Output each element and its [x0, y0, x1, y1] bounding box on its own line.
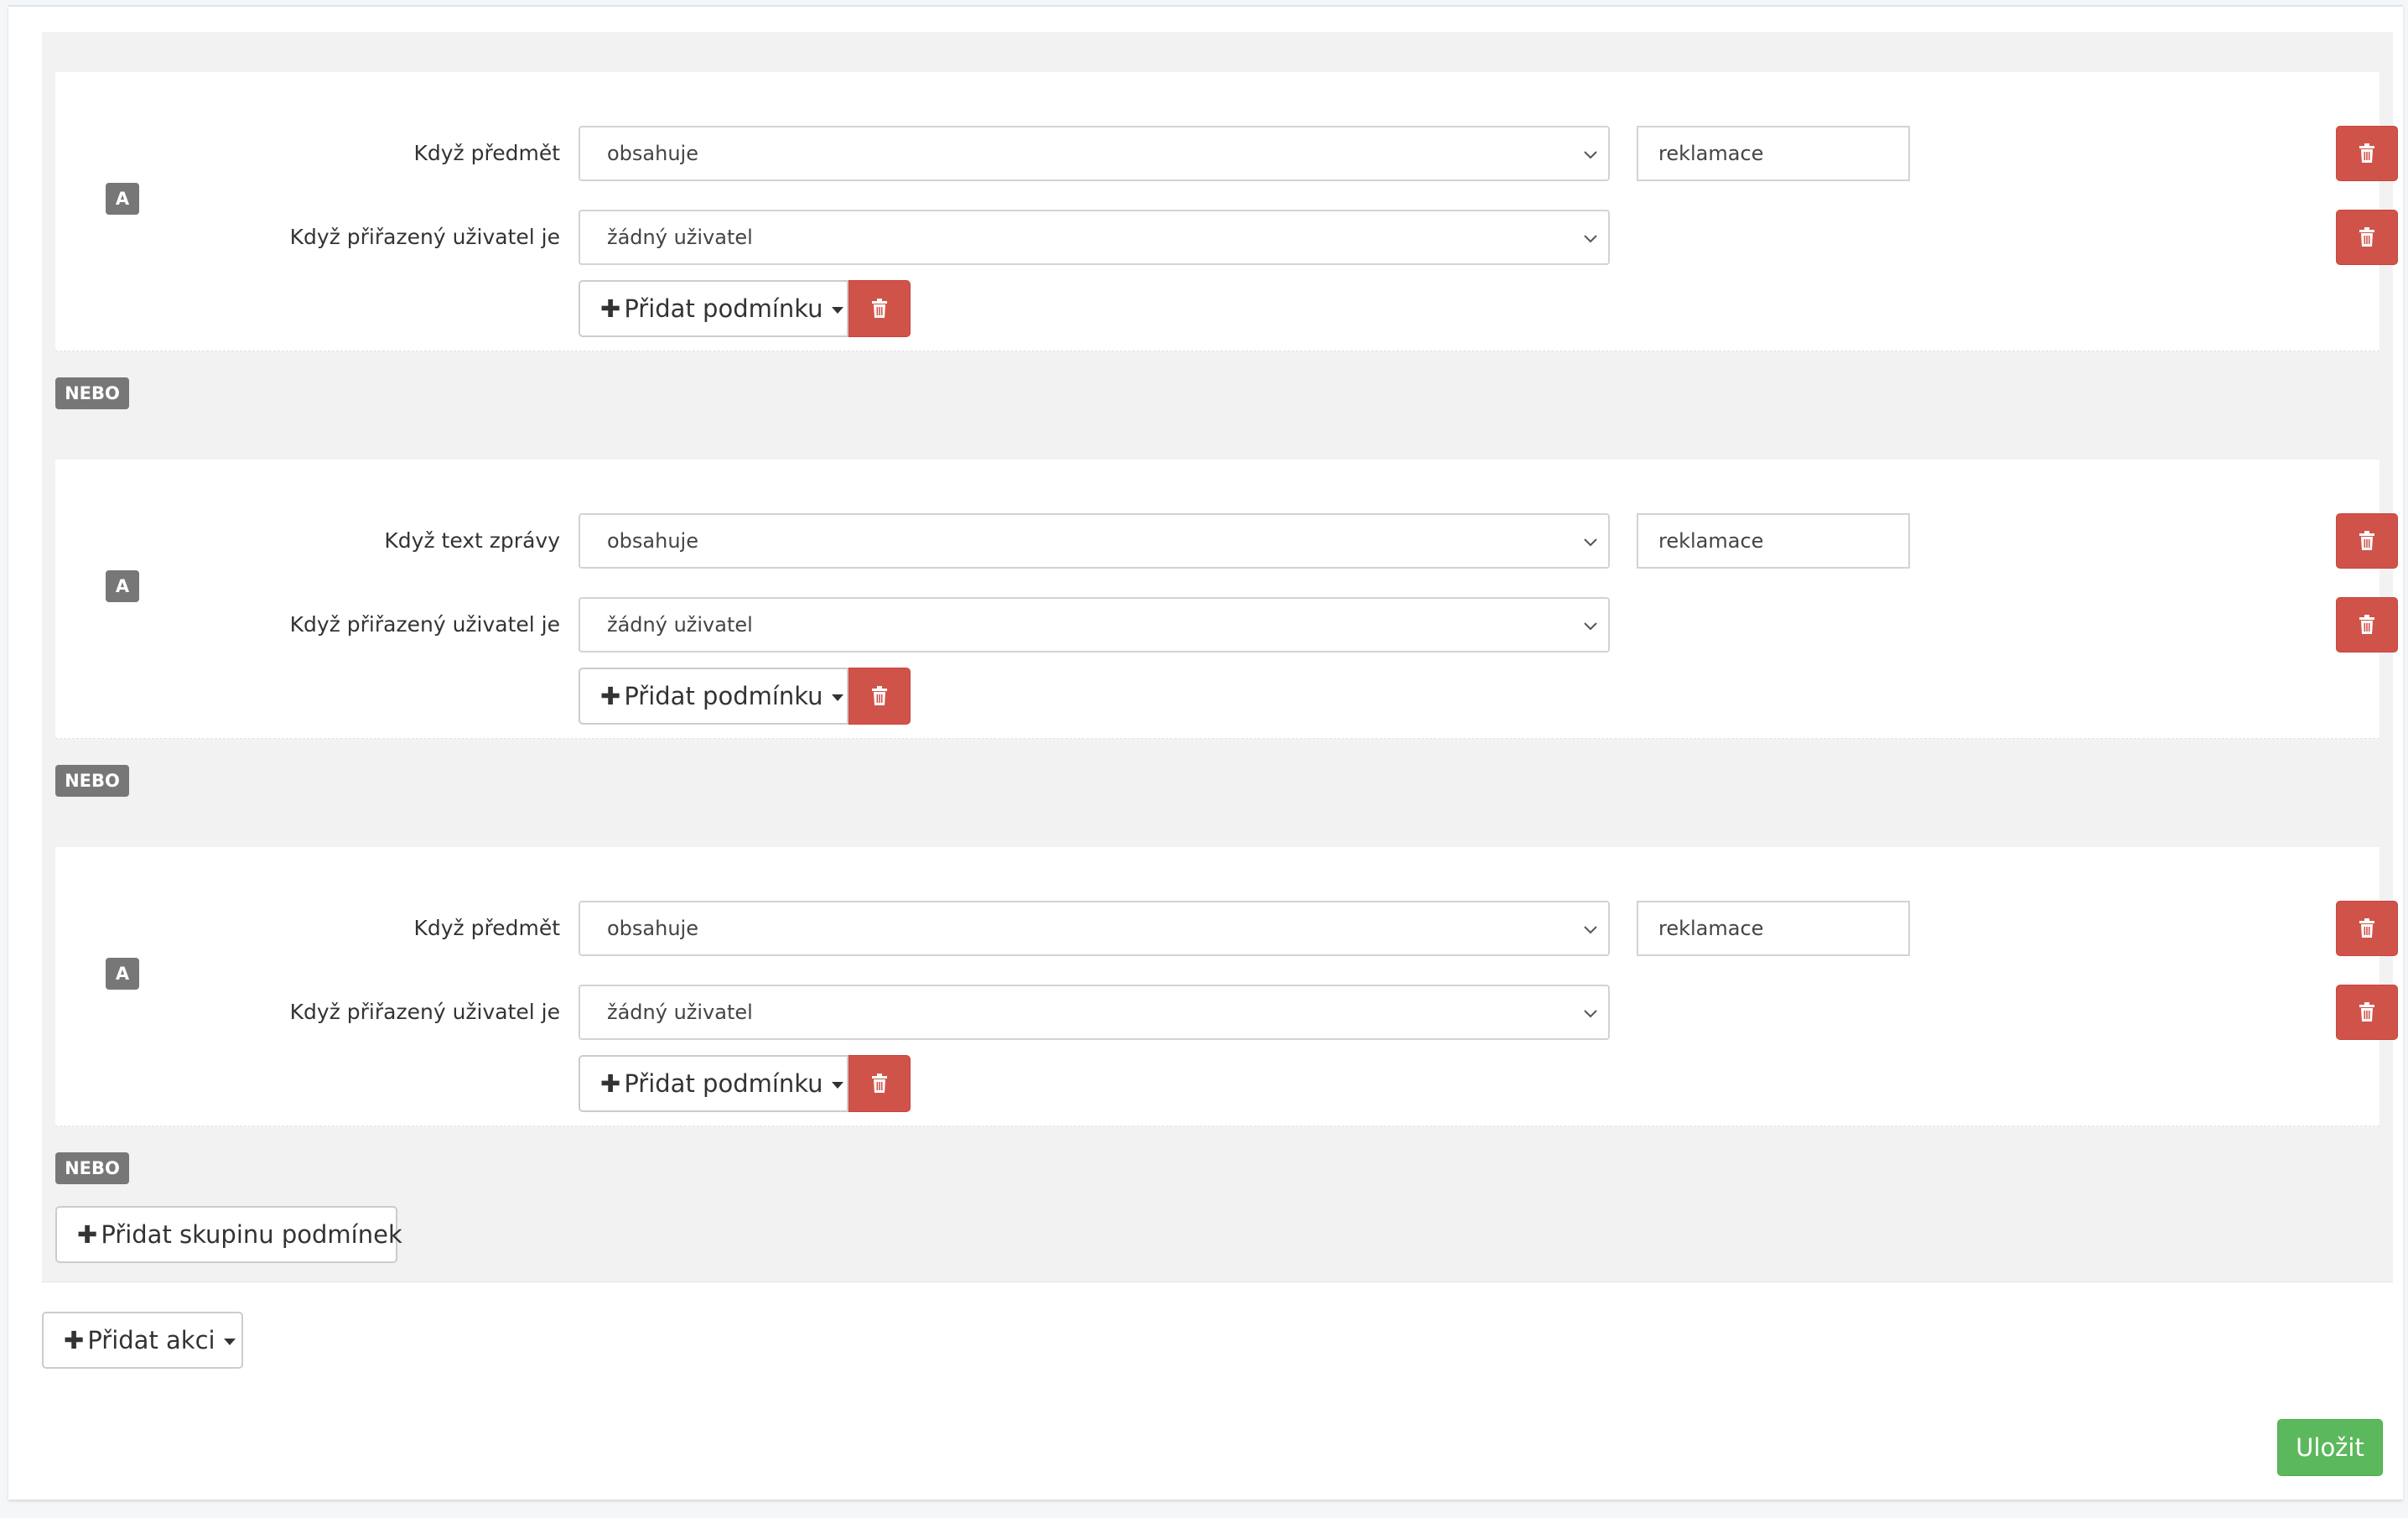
trash-icon: [2359, 143, 2374, 163]
delete-condition-button[interactable]: [2336, 126, 2398, 181]
user-select[interactable]: žádný uživatel: [579, 210, 1610, 265]
condition-label: Když text zprávy: [384, 528, 560, 553]
plus-icon: ✚: [64, 1326, 85, 1354]
add-condition-label: Přidat podmínku: [624, 1069, 823, 1098]
add-condition-group-button[interactable]: ✚ Přidat skupinu podmínek: [55, 1206, 402, 1263]
condition-label: Když přiřazený uživatel je: [289, 1000, 560, 1024]
add-action-button[interactable]: ✚ Přidat akci: [42, 1312, 243, 1369]
chevron-down-icon: [1584, 538, 1597, 547]
value-input[interactable]: reklamace: [1637, 126, 1910, 181]
add-condition-button[interactable]: ✚ Přidat podmínku: [579, 1055, 849, 1112]
user-select[interactable]: žádný uživatel: [579, 985, 1610, 1040]
condition-label: Když předmět: [413, 916, 560, 940]
add-action-label: Přidat akci: [87, 1326, 215, 1354]
add-condition-label: Přidat podmínku: [624, 682, 823, 710]
chevron-down-icon: [1584, 235, 1597, 243]
operator-select-value: obsahuje: [607, 917, 698, 940]
value-input[interactable]: reklamace: [1637, 901, 1910, 956]
plus-icon: ✚: [77, 1220, 98, 1249]
condition-label: Když předmět: [413, 141, 560, 165]
operator-select-value: obsahuje: [607, 529, 698, 553]
operator-select-value: obsahuje: [607, 142, 698, 165]
value-input-text: reklamace: [1658, 529, 1764, 553]
caret-down-icon: [831, 694, 843, 701]
condition-group: A Když předmět obsahuje reklamace Když p…: [55, 847, 2398, 1126]
delete-condition-button[interactable]: [2336, 210, 2398, 265]
plus-icon: ✚: [600, 294, 621, 323]
chevron-down-icon: [1584, 622, 1597, 631]
delete-condition-button[interactable]: [2336, 597, 2398, 652]
value-input[interactable]: reklamace: [1637, 513, 1910, 569]
trash-icon: [2359, 531, 2374, 550]
save-button[interactable]: Uložit: [2277, 1419, 2383, 1476]
automation-rule-card: A Když předmět obsahuje reklamace Když p…: [8, 5, 2403, 1500]
operator-select[interactable]: obsahuje: [579, 901, 1610, 956]
trash-icon: [2359, 615, 2374, 634]
add-condition-group-label: Přidat skupinu podmínek: [101, 1220, 402, 1249]
chevron-down-icon: [1584, 1010, 1597, 1018]
delete-condition-button[interactable]: [2336, 985, 2398, 1040]
chevron-down-icon: [1584, 151, 1597, 159]
add-condition-button[interactable]: ✚ Přidat podmínku: [579, 668, 849, 725]
delete-condition-button[interactable]: [2336, 901, 2398, 956]
caret-down-icon: [831, 1082, 843, 1089]
add-condition-label: Přidat podmínku: [624, 294, 823, 323]
condition-group: A Když text zprávy obsahuje reklamace Kd…: [55, 460, 2398, 739]
trash-icon: [872, 299, 887, 318]
caret-down-icon: [223, 1339, 236, 1345]
delete-group-button[interactable]: [849, 1055, 911, 1112]
user-select[interactable]: žádný uživatel: [579, 597, 1610, 652]
operator-select[interactable]: obsahuje: [579, 513, 1610, 569]
user-select-value: žádný uživatel: [607, 226, 753, 249]
condition-groups-panel: A Když předmět obsahuje reklamace Když p…: [42, 32, 2398, 1282]
plus-icon: ✚: [600, 1069, 621, 1098]
condition-label: Když přiřazený uživatel je: [289, 225, 560, 249]
operator-select[interactable]: obsahuje: [579, 126, 1610, 181]
or-badge: NEBO: [55, 377, 129, 409]
trash-icon: [2359, 1002, 2374, 1022]
value-input-text: reklamace: [1658, 142, 1764, 165]
delete-condition-button[interactable]: [2336, 513, 2398, 569]
delete-group-button[interactable]: [849, 280, 911, 337]
chevron-down-icon: [1584, 926, 1597, 934]
plus-icon: ✚: [600, 682, 621, 710]
or-badge: NEBO: [55, 765, 129, 797]
caret-down-icon: [831, 307, 843, 314]
add-condition-button[interactable]: ✚ Přidat podmínku: [579, 280, 849, 337]
user-select-value: žádný uživatel: [607, 613, 753, 637]
value-input-text: reklamace: [1658, 917, 1764, 940]
condition-group: A Když předmět obsahuje reklamace Když p…: [55, 72, 2398, 351]
delete-group-button[interactable]: [849, 668, 911, 725]
or-badge: NEBO: [55, 1152, 129, 1184]
trash-icon: [872, 686, 887, 705]
user-select-value: žádný uživatel: [607, 1001, 753, 1024]
trash-icon: [872, 1074, 887, 1093]
trash-icon: [2359, 227, 2374, 247]
trash-icon: [2359, 918, 2374, 938]
condition-label: Když přiřazený uživatel je: [289, 612, 560, 637]
